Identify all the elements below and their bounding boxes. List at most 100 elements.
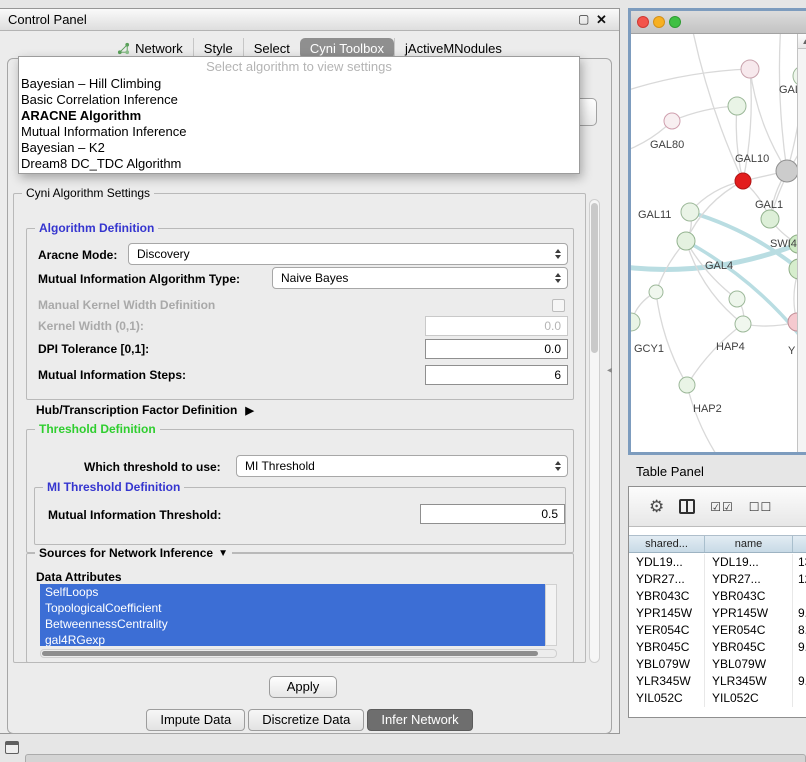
scrollbar-thumb[interactable] xyxy=(591,203,598,353)
network-node[interactable] xyxy=(649,285,663,299)
sources-toggle[interactable]: Sources for Network Inference ▼ xyxy=(35,546,232,560)
mi-threshold-field[interactable]: 0.5 xyxy=(420,504,565,524)
table-row[interactable]: YLR345WYLR345W9. xyxy=(629,673,806,690)
close-traffic-light[interactable] xyxy=(637,16,649,28)
panel-collapse-icon[interactable]: ◂ xyxy=(607,365,612,376)
tab-infer-network[interactable]: Infer Network xyxy=(367,709,472,731)
tab-impute-data[interactable]: Impute Data xyxy=(146,709,245,731)
algorithm-option[interactable]: Bayesian – K2 xyxy=(19,140,579,156)
docked-panel-icon[interactable] xyxy=(5,741,19,754)
manual-kernel-checkbox[interactable] xyxy=(552,299,565,312)
network-node-label: GAL1 xyxy=(755,199,783,211)
network-node-label: GAL10 xyxy=(735,153,769,165)
algorithm-option[interactable]: Dream8 DC_TDC Algorithm xyxy=(19,156,579,172)
stepper-icon xyxy=(555,273,561,283)
table-cell xyxy=(793,690,806,707)
select-all-columns-icon[interactable]: ☑☑ xyxy=(710,500,734,514)
network-edge[interactable] xyxy=(687,385,716,452)
network-edge[interactable] xyxy=(779,34,787,171)
column-header-extra[interactable] xyxy=(793,536,806,552)
network-node[interactable] xyxy=(735,316,751,332)
close-icon[interactable]: ✕ xyxy=(596,12,607,28)
data-attribute-item[interactable]: SelfLoops xyxy=(40,584,545,600)
network-edge[interactable] xyxy=(656,292,687,385)
table-panel-title: Table Panel xyxy=(636,464,704,479)
network-node[interactable] xyxy=(664,113,680,129)
network-view-window: GAL7GAL80GAL10GAL11GAL1SWI4GAL4GCY1HAP4Y… xyxy=(628,8,806,455)
network-node[interactable] xyxy=(677,232,695,250)
mi-steps-field[interactable]: 6 xyxy=(425,365,568,385)
tab-discretize-data[interactable]: Discretize Data xyxy=(248,709,364,731)
data-attribute-item[interactable]: BetweennessCentrality xyxy=(40,616,545,632)
table-cell: YDR27... xyxy=(705,571,793,588)
network-edge[interactable] xyxy=(631,69,750,94)
attributes-vertical-scrollbar[interactable] xyxy=(545,584,557,646)
minimize-traffic-light[interactable] xyxy=(653,16,665,28)
network-node[interactable] xyxy=(788,313,797,331)
column-header-name[interactable]: name xyxy=(705,536,793,552)
table-row[interactable]: YDL19...YDL19...13 xyxy=(629,554,806,571)
table-row[interactable]: YER054CYER054C8. xyxy=(629,622,806,639)
network-node[interactable] xyxy=(679,377,695,393)
scroll-up-button[interactable]: ▲ xyxy=(798,34,806,49)
dpi-tolerance-field[interactable]: 0.0 xyxy=(425,339,568,359)
network-node-label: HAP4 xyxy=(716,341,745,353)
network-edge[interactable] xyxy=(687,324,743,385)
network-vertical-scrollbar[interactable]: ▲ xyxy=(797,34,806,452)
table-row[interactable]: YDR27...YDR27...12 xyxy=(629,571,806,588)
network-node[interactable] xyxy=(776,160,797,182)
table-toolbar: ⚙ ☑☑ ☐☐ xyxy=(629,487,806,527)
network-edge[interactable] xyxy=(686,241,743,324)
data-attribute-item[interactable]: gal4RGexp xyxy=(40,632,545,646)
data-attribute-item[interactable]: TopologicalCoefficient xyxy=(40,600,545,616)
control-panel-titlebar[interactable]: Control Panel ▢ ✕ xyxy=(0,9,619,31)
network-node[interactable] xyxy=(761,210,779,228)
window-title: Control Panel xyxy=(8,12,87,27)
network-canvas-area[interactable]: GAL7GAL80GAL10GAL11GAL1SWI4GAL4GCY1HAP4Y… xyxy=(631,34,806,452)
mi-type-select[interactable]: Naive Bayes xyxy=(272,267,568,289)
tab-label: jActiveMNodules xyxy=(405,41,502,56)
data-attributes-list[interactable]: SelfLoopsTopologicalCoefficientBetweenne… xyxy=(40,584,557,646)
zoom-traffic-light[interactable] xyxy=(669,16,681,28)
which-threshold-select[interactable]: MI Threshold xyxy=(236,455,568,477)
network-node[interactable] xyxy=(728,97,746,115)
attributes-horizontal-scrollbar[interactable] xyxy=(40,649,557,658)
algorithm-option[interactable]: Mutual Information Inference xyxy=(19,124,579,140)
table-cell: YLR345W xyxy=(629,673,705,690)
which-threshold-value: MI Threshold xyxy=(245,459,315,473)
settings-vertical-scrollbar[interactable] xyxy=(589,199,600,663)
network-window-titlebar[interactable] xyxy=(631,11,806,34)
table-row[interactable]: YPR145WYPR145W9. xyxy=(629,605,806,622)
mi-steps-label: Mutual Information Steps: xyxy=(38,365,186,385)
network-canvas[interactable]: GAL7GAL80GAL10GAL11GAL1SWI4GAL4GCY1HAP4Y… xyxy=(631,34,797,452)
table-columns-icon[interactable] xyxy=(679,499,695,514)
kernel-width-label: Kernel Width (0,1): xyxy=(38,316,144,336)
tab-label: Style xyxy=(204,41,233,56)
network-node-label: SWI4 xyxy=(770,238,797,250)
table-row[interactable]: YBL079WYBL079W xyxy=(629,656,806,673)
table-row[interactable]: YBR043CYBR043C xyxy=(629,588,806,605)
network-node[interactable] xyxy=(631,313,640,331)
algorithm-option[interactable]: Basic Correlation Inference xyxy=(19,92,579,108)
scrollbar-thumb[interactable] xyxy=(42,651,538,656)
algorithm-option[interactable]: ARACNE Algorithm xyxy=(19,108,579,124)
aracne-mode-select[interactable]: Discovery xyxy=(128,243,568,265)
deselect-all-columns-icon[interactable]: ☐☐ xyxy=(749,500,773,514)
gear-icon[interactable]: ⚙ xyxy=(649,497,664,517)
collapse-down-icon: ▼ xyxy=(218,548,228,559)
kernel-width-field[interactable]: 0.0 xyxy=(425,316,568,336)
float-window-icon[interactable]: ▢ xyxy=(578,12,589,26)
table-cell: YBL079W xyxy=(705,656,793,673)
table-row[interactable]: YBR045CYBR045C9. xyxy=(629,639,806,656)
hub-definition-toggle[interactable]: Hub/Transcription Factor Definition ▶ xyxy=(36,401,254,419)
network-node[interactable] xyxy=(681,203,699,221)
network-node[interactable] xyxy=(735,173,751,189)
network-edge[interactable] xyxy=(672,106,737,121)
network-node[interactable] xyxy=(729,291,745,307)
table-row[interactable]: YIL052CYIL052C xyxy=(629,690,806,707)
network-node[interactable] xyxy=(741,60,759,78)
apply-button[interactable]: Apply xyxy=(269,676,337,698)
algorithm-option[interactable]: Bayesian – Hill Climbing xyxy=(19,76,579,92)
column-header-shared-name[interactable]: shared... xyxy=(629,536,705,552)
stepper-icon xyxy=(555,461,561,471)
